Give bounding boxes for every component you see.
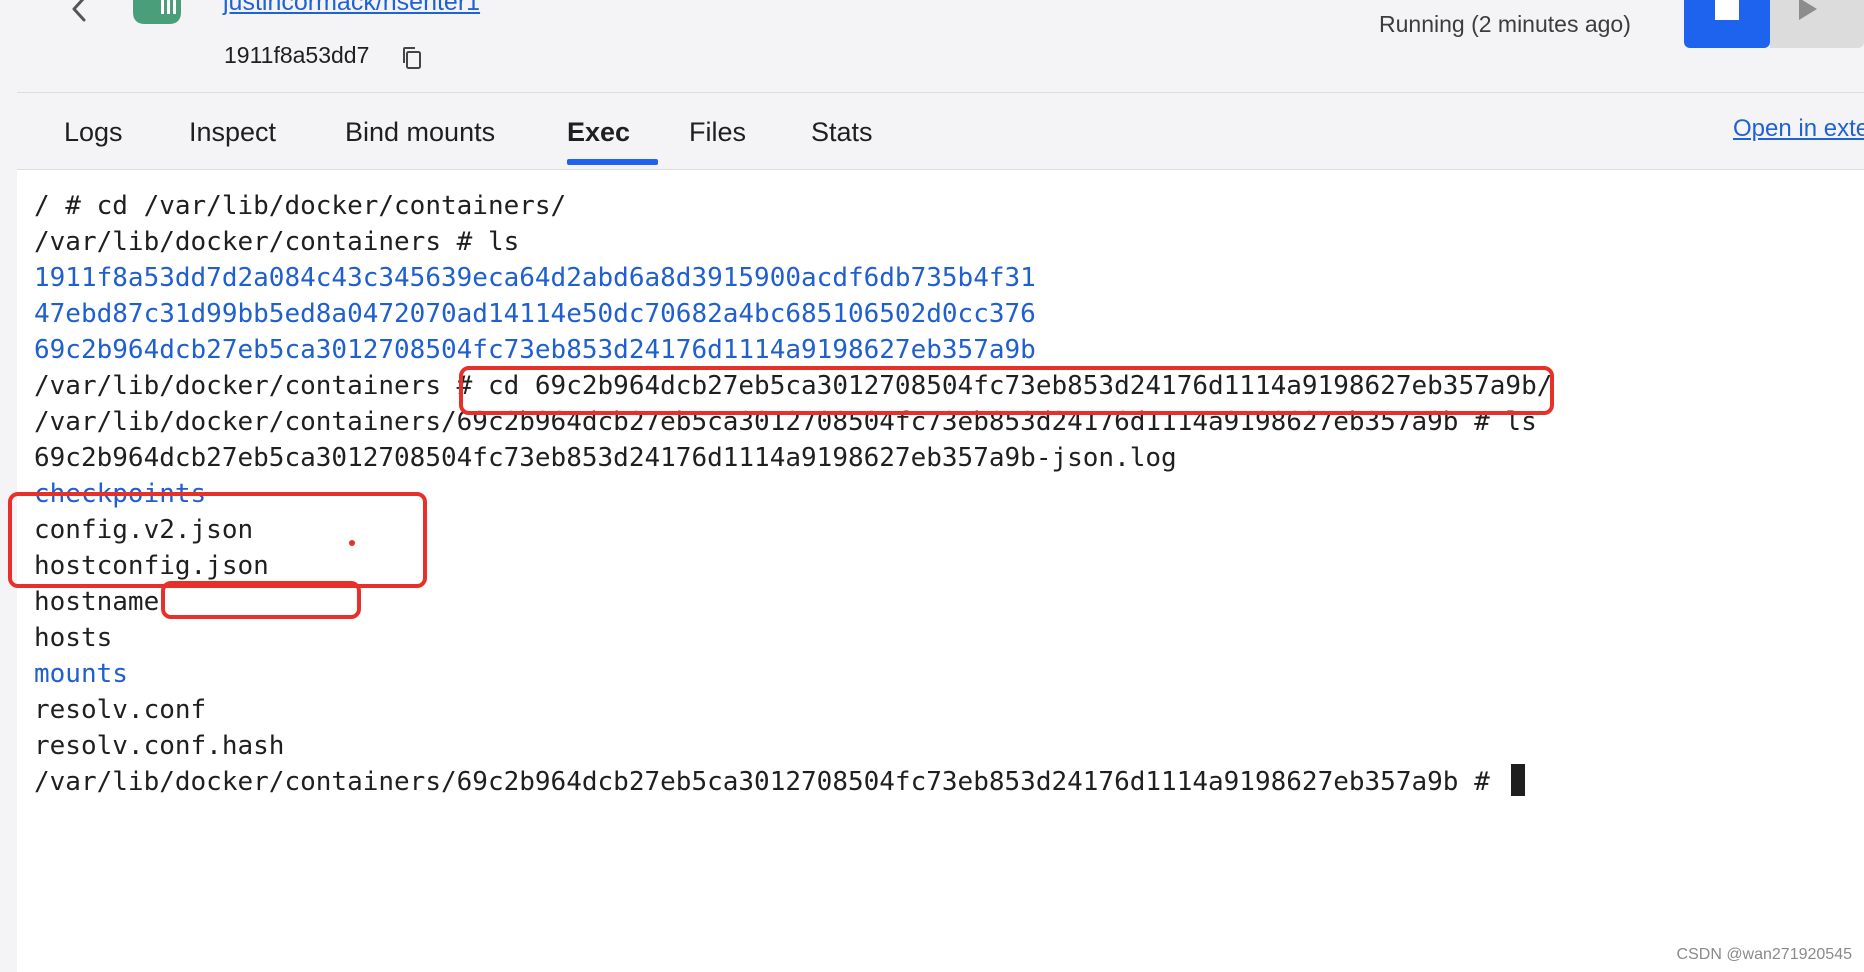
- annotation-box-hostname: [161, 581, 361, 619]
- terminal-line: hosts: [34, 623, 113, 653]
- tab-bind-mounts[interactable]: Bind mounts: [345, 117, 495, 148]
- tab-logs[interactable]: Logs: [64, 117, 123, 148]
- terminal-prompt: /var/lib/docker/containers/69c2b964dcb27…: [34, 767, 1506, 797]
- container-id: 1911f8a53dd7: [224, 42, 370, 68]
- annotation-dot: [349, 540, 355, 546]
- image-name-link[interactable]: justincormack/nsenter1: [223, 0, 480, 17]
- copy-icon[interactable]: [400, 45, 424, 71]
- terminal-line: / # cd /var/lib/docker/containers/: [34, 191, 567, 221]
- start-button[interactable]: [1770, 0, 1864, 48]
- terminal-line: 69c2b964dcb27eb5ca3012708504fc73eb853d24…: [34, 335, 1036, 365]
- terminal-line: 69c2b964dcb27eb5ca3012708504fc73eb853d24…: [34, 443, 1177, 473]
- terminal-line: hostname: [34, 587, 160, 617]
- terminal-line: resolv.conf: [34, 695, 207, 725]
- play-icon: [1794, 0, 1820, 22]
- terminal-cursor: [1511, 764, 1526, 796]
- container-header: justincormack/nsenter1 1911f8a53dd7 Runn…: [17, 0, 1864, 93]
- open-in-external-terminal-link[interactable]: Open in exte: [1733, 115, 1864, 143]
- terminal-line: /var/lib/docker/containers # ls: [34, 227, 520, 257]
- stop-icon: [1715, 0, 1739, 20]
- terminal-line: resolv.conf.hash: [34, 731, 285, 761]
- terminal-line: 1911f8a53dd7d2a084c43c345639eca64d2abd6a…: [34, 263, 1036, 293]
- tab-files[interactable]: Files: [689, 117, 746, 148]
- active-tab-indicator: [567, 159, 658, 165]
- chevron-left-icon[interactable]: [67, 0, 91, 24]
- tab-bar: Logs Inspect Bind mounts Exec Files Stat…: [17, 93, 1864, 170]
- annotation-box-config-files: [8, 492, 427, 588]
- terminal-line: mounts: [34, 659, 128, 689]
- tab-inspect[interactable]: Inspect: [189, 117, 276, 148]
- container-status: Running (2 minutes ago): [1379, 11, 1631, 37]
- left-sidebar-edge: [0, 0, 17, 972]
- tab-stats[interactable]: Stats: [811, 117, 873, 148]
- terminal-line: 47ebd87c31d99bb5ed8a0472070ad14114e50dc7…: [34, 299, 1036, 329]
- watermark: CSDN @wan271920545: [1676, 946, 1852, 963]
- terminal-prompt-line: /var/lib/docker/containers/69c2b964dcb27…: [34, 764, 1526, 800]
- stop-button[interactable]: [1684, 0, 1770, 48]
- container-icon: [131, 0, 183, 28]
- tab-exec[interactable]: Exec: [567, 117, 630, 148]
- annotation-box-cd-command: [459, 366, 1554, 415]
